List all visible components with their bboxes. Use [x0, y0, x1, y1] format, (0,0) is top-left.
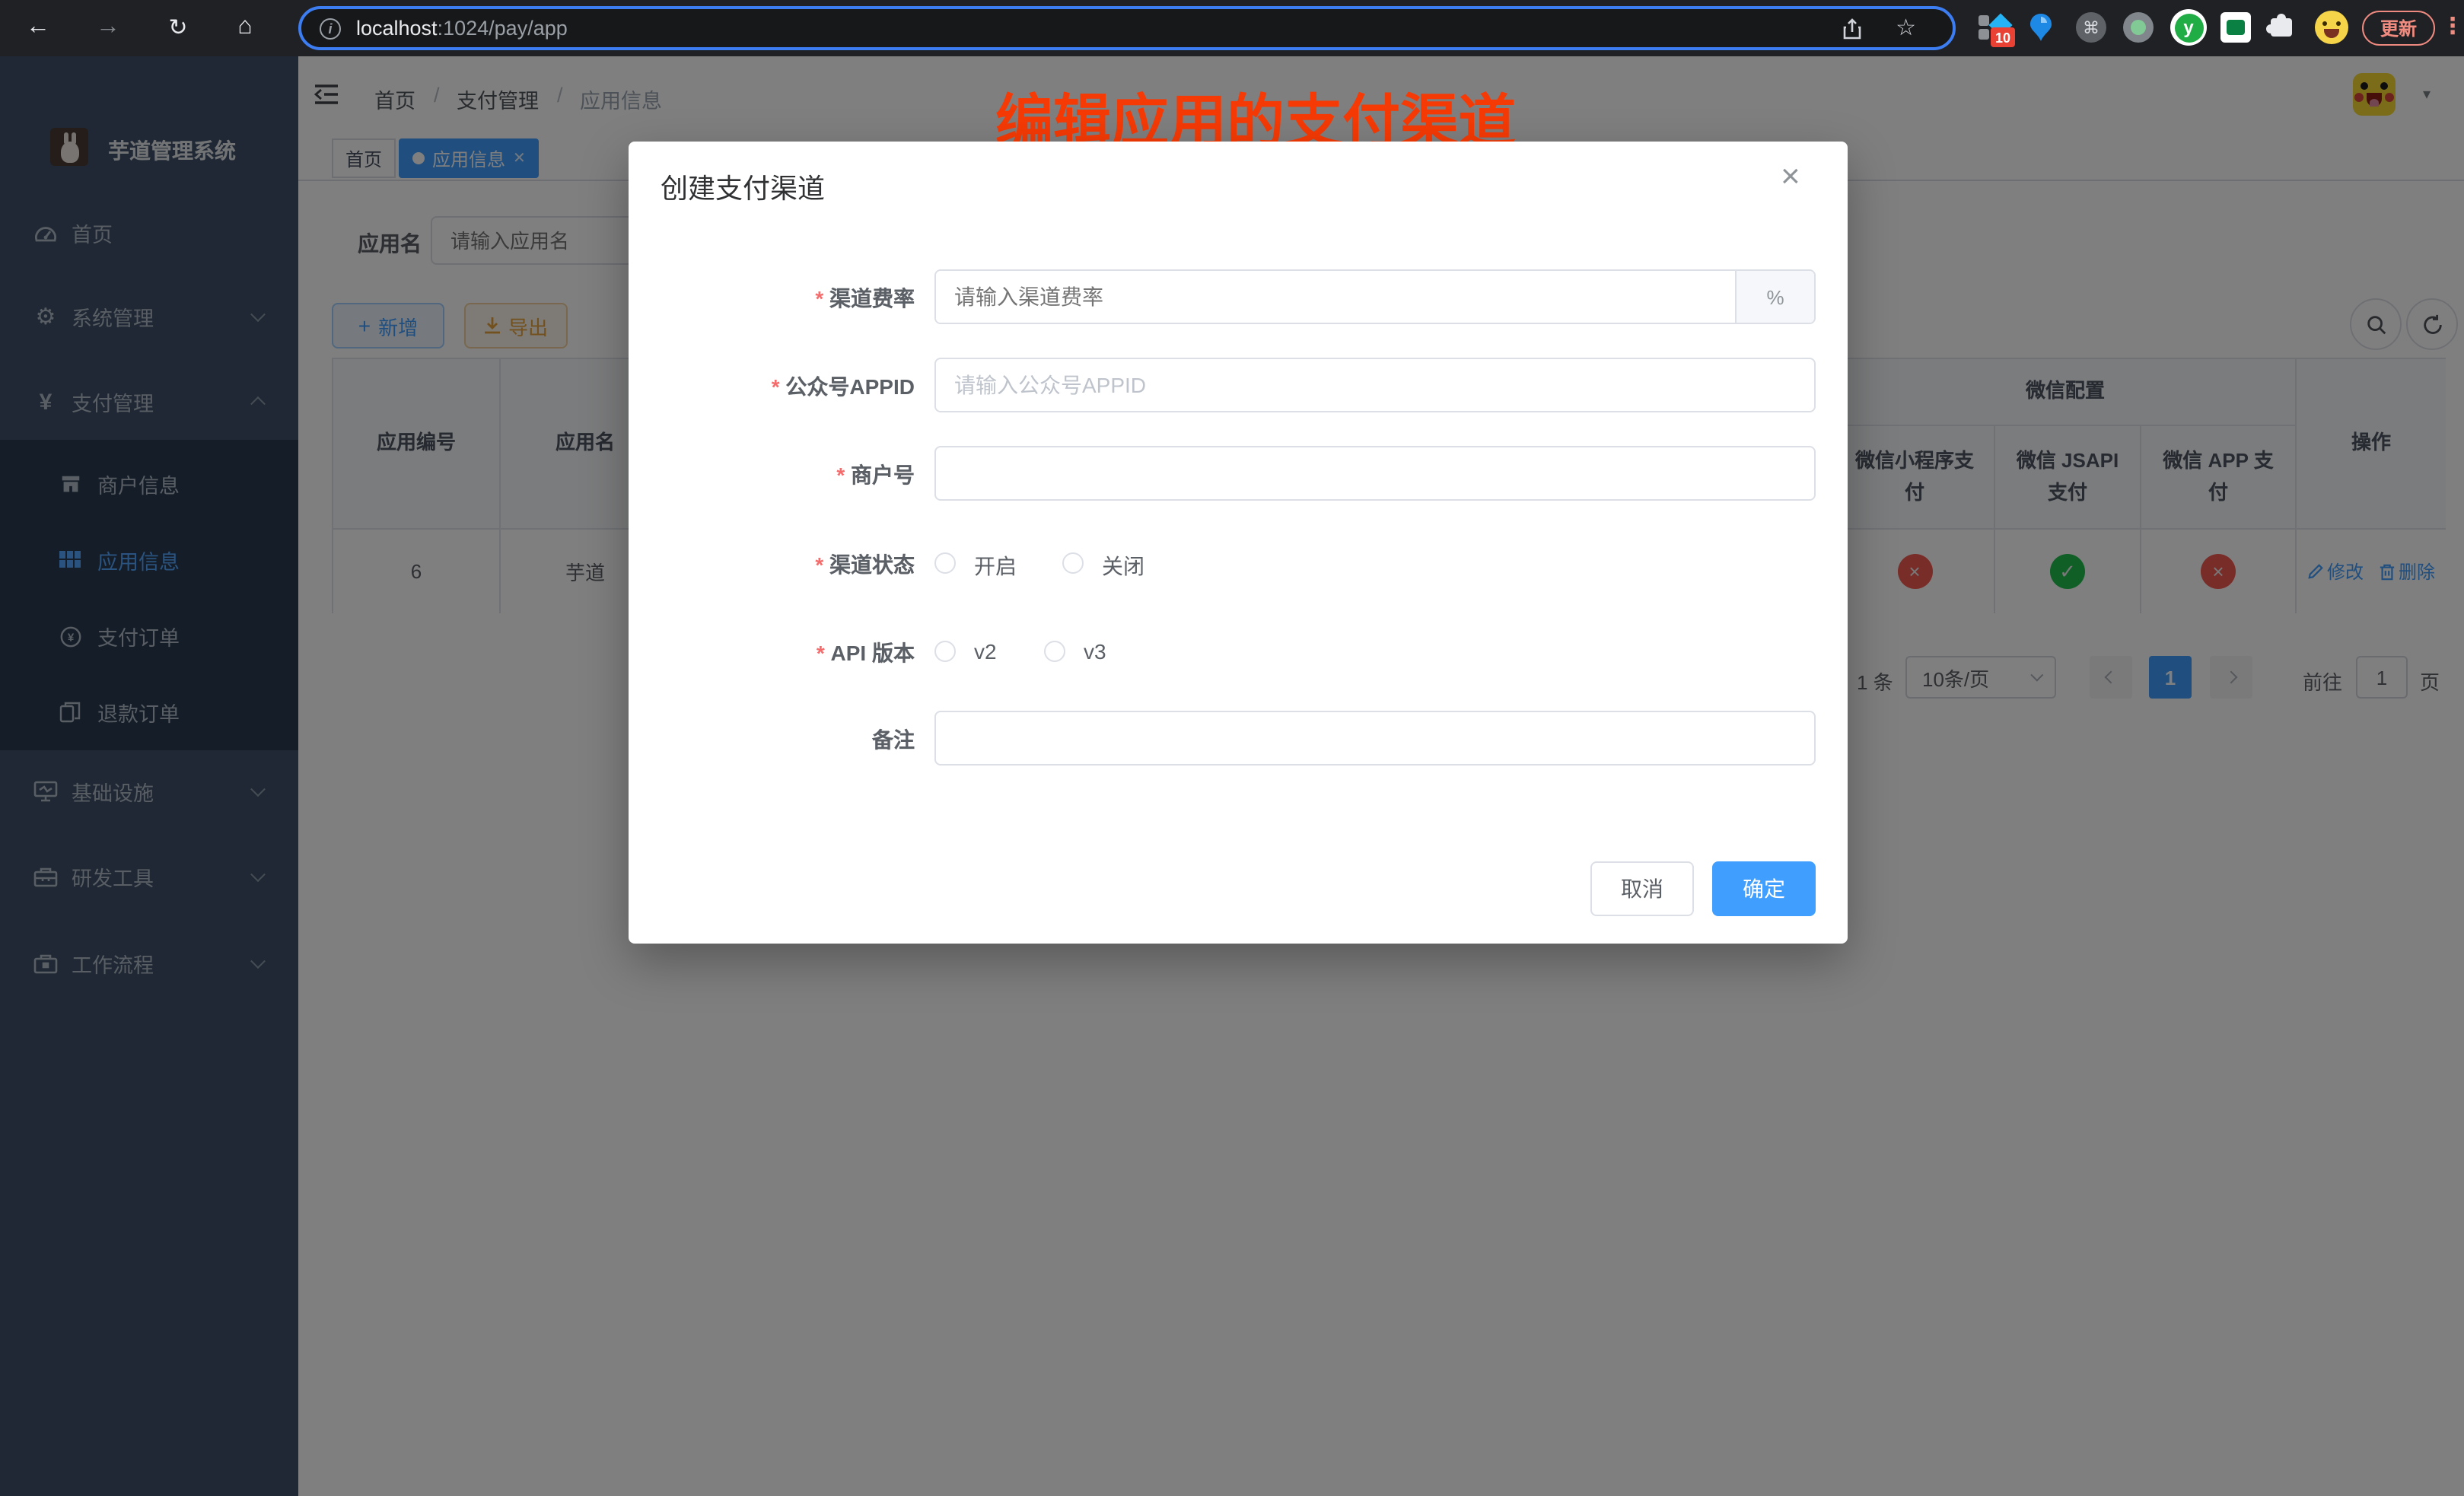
profile-avatar-icon[interactable] [2315, 11, 2348, 44]
fee-rate-label: 渠道费率 [656, 283, 915, 314]
create-pay-channel-dialog: 创建支付渠道 × 渠道费率 % 公众号APPID 商户号 渠道状态 开启 关闭 … [629, 142, 1848, 944]
bookmark-star-icon[interactable]: ☆ [1896, 14, 1916, 41]
extension-badge: 10 [1991, 27, 2015, 47]
status-off-radio[interactable] [1062, 552, 1084, 574]
merchant-no-input[interactable] [934, 446, 1816, 501]
appid-input[interactable] [934, 358, 1816, 412]
browser-forward-icon[interactable]: → [91, 11, 125, 44]
extension-icon-6[interactable] [2220, 12, 2251, 43]
cancel-button[interactable]: 取消 [1590, 861, 1694, 916]
status-on-radio[interactable] [934, 552, 956, 574]
share-icon[interactable] [1840, 17, 1864, 41]
extension-icon-2[interactable] [2027, 12, 2055, 43]
api-v2-radio[interactable] [934, 641, 956, 662]
extension-icon-4[interactable] [2123, 12, 2154, 43]
extension-icon-5[interactable]: y [2170, 9, 2207, 46]
browser-update-button[interactable]: 更新 [2362, 11, 2435, 46]
status-on-option[interactable]: 开启 [974, 551, 1017, 581]
channel-status-label: 渠道状态 [656, 549, 915, 580]
browser-reload-icon[interactable]: ↻ [161, 11, 195, 44]
browser-toolbar: ← → ↻ ⌂ i localhost:1024/pay/app ☆ 10 ⌘ [0, 0, 2464, 56]
dialog-close-icon[interactable]: × [1781, 157, 1800, 196]
browser-menu-icon[interactable]: ⋮ [2441, 12, 2464, 40]
screen: ← → ↻ ⌂ i localhost:1024/pay/app ☆ 10 ⌘ [0, 0, 2464, 1496]
merchant-no-label: 商户号 [656, 460, 915, 490]
address-bar[interactable]: i localhost:1024/pay/app ☆ [298, 6, 1956, 50]
fee-rate-suffix: % [1735, 271, 1814, 323]
api-v3-option[interactable]: v3 [1084, 639, 1106, 664]
extension-icon-3[interactable]: ⌘ [2076, 12, 2106, 43]
browser-home-icon[interactable]: ⌂ [228, 11, 262, 44]
api-version-label: API 版本 [656, 638, 915, 668]
extension-icon-1[interactable]: 10 [1979, 12, 2015, 46]
confirm-button[interactable]: 确定 [1712, 861, 1816, 916]
extensions-puzzle-icon[interactable] [2268, 12, 2295, 40]
url-host: localhost [356, 17, 438, 40]
remark-input[interactable] [934, 711, 1816, 766]
browser-back-icon[interactable]: ← [21, 11, 55, 44]
dialog-title: 创建支付渠道 [661, 167, 825, 207]
remark-label: 备注 [656, 724, 915, 755]
status-off-option[interactable]: 关闭 [1102, 551, 1144, 581]
fee-rate-input-group: % [934, 269, 1816, 324]
appid-label: 公众号APPID [656, 371, 915, 402]
api-v3-radio[interactable] [1044, 641, 1065, 662]
fee-rate-input[interactable] [936, 271, 1735, 323]
site-info-icon[interactable]: i [320, 18, 341, 39]
api-v2-option[interactable]: v2 [974, 639, 997, 664]
url-path: :1024/pay/app [438, 17, 568, 40]
